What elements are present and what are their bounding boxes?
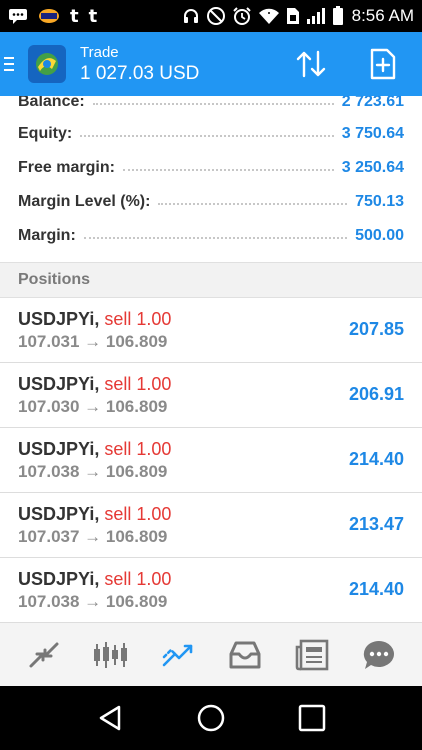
dotted-leader	[80, 135, 334, 137]
margin-label: Margin:	[18, 227, 76, 244]
tab-quotes[interactable]	[22, 633, 66, 677]
dotted-leader	[122, 169, 334, 171]
margin-level-value: 750.13	[355, 193, 404, 210]
equity-label: Equity:	[18, 125, 73, 142]
do-not-disturb-icon	[206, 6, 226, 26]
battery-icon	[332, 6, 344, 26]
position-prices: 107.037 → 106.809	[18, 527, 168, 546]
back-icon	[100, 705, 121, 731]
app-bar: Trade 1 027.03 USD	[0, 32, 422, 96]
balance-row: Balance: 2 723.61	[18, 96, 404, 119]
tumblr-icon: t	[88, 5, 98, 27]
position-symbol: USDJPYi,	[18, 569, 100, 589]
position-row[interactable]: USDJPYi, sell 1.00 107.030 → 106.809 206…	[0, 363, 422, 428]
news-icon	[295, 639, 328, 670]
position-profit: 207.85	[348, 319, 404, 339]
position-title: USDJPYi, sell 1.00	[18, 374, 171, 395]
position-prices: 107.030 → 106.809	[18, 397, 168, 416]
position-prices: 107.038 → 106.809	[18, 462, 168, 481]
position-row[interactable]: USDJPYi, sell 1.00 107.031 → 106.809 207…	[0, 298, 422, 363]
position-profit: 214.40	[348, 579, 404, 599]
navigation-bar	[0, 686, 422, 750]
bottom-toolbar	[0, 622, 422, 686]
position-prices: 107.038 → 106.809	[18, 592, 168, 611]
tab-trade[interactable]	[156, 633, 200, 677]
positions-list: USDJPYi, sell 1.00 107.031 → 106.809 207…	[0, 298, 422, 623]
headset-icon	[182, 7, 200, 25]
positions-title: Positions	[18, 271, 91, 288]
position-side: sell 1.00	[104, 439, 172, 459]
tab-news[interactable]	[290, 633, 334, 677]
tumblr-icon: t	[70, 5, 79, 27]
page-title: Trade	[80, 43, 119, 61]
free-margin-row: Free margin: 3 250.64	[18, 151, 404, 185]
position-symbol: USDJPYi,	[18, 309, 100, 329]
tab-chart[interactable]	[89, 633, 133, 677]
sort-icon	[296, 50, 326, 78]
position-profit: 213.47	[348, 514, 404, 534]
status-bar: t t 8:56 AM	[0, 0, 422, 32]
position-prices: 107.031 → 106.809	[18, 332, 168, 351]
tab-chat[interactable]	[357, 633, 401, 677]
position-side: sell 1.00	[104, 309, 172, 329]
new-order-button[interactable]	[366, 47, 400, 81]
history-icon	[229, 641, 260, 668]
menu-icon[interactable]	[4, 55, 22, 73]
dotted-leader	[92, 103, 334, 105]
position-profit: 214.40	[348, 449, 404, 469]
margin-value: 500.00	[355, 227, 404, 244]
position-title: USDJPYi, sell 1.00	[18, 504, 171, 525]
home-icon	[197, 704, 225, 732]
position-title: USDJPYi, sell 1.00	[18, 439, 171, 460]
account-profit: 1 027.03 USD	[80, 62, 200, 84]
back-button[interactable]	[90, 698, 130, 738]
position-row[interactable]: USDJPYi, sell 1.00 107.038 → 106.809 214…	[0, 558, 422, 623]
dotted-leader	[158, 203, 348, 205]
position-row[interactable]: USDJPYi, sell 1.00 107.037 → 106.809 213…	[0, 493, 422, 558]
position-side: sell 1.00	[104, 569, 172, 589]
free-margin-value: 3 250.64	[341, 159, 404, 176]
position-profit: 206.91	[348, 384, 404, 404]
position-symbol: USDJPYi,	[18, 504, 100, 524]
home-button[interactable]	[191, 698, 231, 738]
equity-value: 3 750.64	[341, 125, 404, 142]
account-summary: Balance: 2 723.61 Equity: 3 750.64 Free …	[0, 96, 422, 262]
position-side: sell 1.00	[104, 504, 172, 524]
margin-row: Margin: 500.00	[18, 219, 404, 253]
equity-row: Equity: 3 750.64	[18, 117, 404, 151]
chat-icon	[363, 640, 394, 669]
positions-header: Positions	[0, 262, 422, 298]
new-order-icon	[370, 48, 396, 80]
sort-button[interactable]	[294, 47, 328, 81]
position-row[interactable]: USDJPYi, sell 1.00 107.038 → 106.809 214…	[0, 428, 422, 493]
wifi-icon	[258, 7, 280, 25]
margin-level-label: Margin Level (%):	[18, 193, 151, 210]
dotted-leader	[83, 237, 348, 239]
signal-icon	[306, 7, 326, 25]
position-title: USDJPYi, sell 1.00	[18, 309, 171, 330]
chat-bubble-icon	[8, 8, 28, 24]
balance-label: Balance:	[18, 96, 85, 110]
trade-icon	[162, 644, 192, 666]
recents-button[interactable]	[292, 698, 332, 738]
chart-icon	[93, 641, 127, 668]
sim-icon	[286, 7, 300, 25]
position-title: USDJPYi, sell 1.00	[18, 569, 171, 590]
margin-level-row: Margin Level (%): 750.13	[18, 185, 404, 219]
balance-value: 2 723.61	[341, 96, 404, 110]
quotes-icon	[29, 642, 58, 667]
clock-time: 8:56 AM	[351, 6, 414, 25]
position-side: sell 1.00	[104, 374, 172, 394]
position-symbol: USDJPYi,	[18, 374, 100, 394]
alarm-icon	[232, 6, 252, 26]
dfx-app-icon	[38, 8, 60, 24]
position-symbol: USDJPYi,	[18, 439, 100, 459]
recents-icon	[298, 704, 325, 732]
tab-history[interactable]	[223, 633, 267, 677]
free-margin-label: Free margin:	[18, 159, 115, 176]
metatrader-logo[interactable]	[28, 45, 66, 83]
